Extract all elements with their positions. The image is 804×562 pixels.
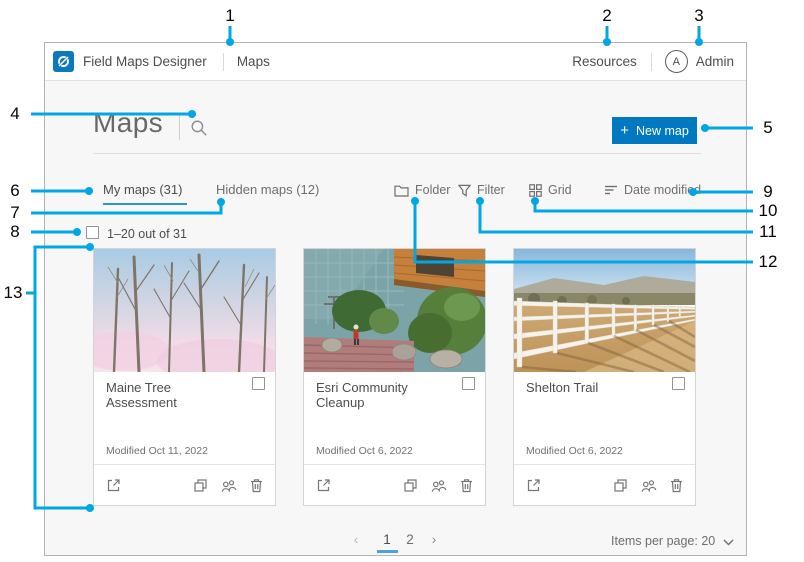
brand: Field Maps Designer Maps [53, 51, 270, 72]
delete-icon[interactable] [458, 477, 475, 494]
callout-number-1: 1 [217, 6, 243, 26]
filter-icon [458, 184, 471, 197]
tab-hidden-maps[interactable]: Hidden maps (12) [216, 182, 319, 197]
card-title[interactable]: Shelton Trail [526, 380, 656, 395]
card-footer [304, 464, 485, 507]
map-card: Shelton Trail Modified Oct 6, 2022 [513, 248, 696, 506]
callout-number-5: 5 [755, 118, 781, 138]
title-rule [93, 153, 701, 154]
folder-label: Folder [415, 183, 450, 197]
card-thumbnail-building[interactable] [304, 249, 485, 372]
card-modified-date: Modified Oct 11, 2022 [106, 445, 208, 457]
card-thumbnail-trees[interactable] [94, 249, 275, 372]
grid-view-button[interactable]: Grid [529, 183, 572, 197]
duplicate-icon[interactable] [192, 477, 209, 494]
card-footer [94, 464, 275, 507]
share-group-icon[interactable] [640, 477, 657, 494]
delete-icon[interactable] [248, 477, 265, 494]
avatar-initial: A [673, 56, 680, 68]
folder-icon [394, 184, 409, 197]
grid-icon [529, 184, 542, 197]
search-icon[interactable] [190, 119, 208, 137]
active-tab-underline [103, 203, 187, 205]
callout-number-13: 13 [0, 283, 26, 303]
card-modified-date: Modified Oct 6, 2022 [316, 445, 413, 457]
callout-number-10: 10 [755, 201, 781, 221]
callout-number-4: 4 [2, 104, 28, 124]
callout-number-12: 12 [755, 252, 781, 272]
header-divider [223, 53, 224, 71]
card-title[interactable]: Maine Tree Assessment [106, 380, 236, 410]
avatar[interactable]: A [665, 50, 688, 73]
nav-item-maps[interactable]: Maps [237, 54, 270, 69]
share-group-icon[interactable] [430, 477, 447, 494]
app-window: Field Maps Designer Maps Resources A Adm… [44, 42, 747, 556]
card-title[interactable]: Esri Community Cleanup [316, 380, 446, 410]
callout-number-2: 2 [594, 6, 620, 26]
title-divider [179, 115, 180, 140]
callout-number-9: 9 [755, 182, 781, 202]
map-card: Esri Community Cleanup Modified Oct 6, 2… [303, 248, 486, 506]
sort-lines-icon [604, 184, 618, 196]
callout-number-7: 7 [2, 203, 28, 223]
card-thumbnail-trail[interactable] [514, 249, 695, 372]
new-map-button[interactable]: + New map [612, 117, 697, 144]
items-per-page-select[interactable]: Items per page: 20 [611, 534, 734, 548]
new-map-label: New map [636, 124, 689, 138]
pagination-next[interactable]: › [425, 532, 443, 547]
esri-logo-icon [53, 51, 74, 72]
select-all-checkbox[interactable] [86, 226, 99, 239]
open-in-new-icon[interactable] [105, 477, 122, 499]
page-title: Maps [93, 107, 163, 139]
header-divider-2 [651, 53, 652, 71]
open-in-new-icon[interactable] [525, 477, 542, 499]
duplicate-icon[interactable] [402, 477, 419, 494]
app-title: Field Maps Designer [83, 54, 207, 69]
tab-my-maps[interactable]: My maps (31) [103, 182, 182, 197]
screenshot: Field Maps Designer Maps Resources A Adm… [0, 0, 804, 562]
grid-label: Grid [548, 183, 572, 197]
card-modified-date: Modified Oct 6, 2022 [526, 445, 623, 457]
filter-button[interactable]: Filter [458, 183, 505, 197]
card-checkbox[interactable] [462, 377, 475, 390]
resources-link[interactable]: Resources [572, 54, 637, 69]
share-group-icon[interactable] [220, 477, 237, 494]
card-checkbox[interactable] [672, 377, 685, 390]
sort-label: Date modified [624, 183, 701, 197]
header-right: Resources A Admin [572, 50, 734, 73]
pagination-page-1[interactable]: 1 [378, 532, 396, 547]
pagination-prev[interactable]: ‹ [347, 532, 365, 547]
filter-label: Filter [477, 183, 505, 197]
callout-number-3: 3 [686, 6, 712, 26]
card-footer [514, 464, 695, 507]
user-menu[interactable]: Admin [696, 54, 734, 69]
duplicate-icon[interactable] [612, 477, 629, 494]
pagination-page-2[interactable]: 2 [401, 532, 419, 547]
sort-button[interactable]: Date modified [604, 183, 701, 197]
pagination-active-underline [377, 550, 398, 553]
plus-icon: + [620, 123, 629, 138]
selection-count-label: 1–20 out of 31 [107, 227, 187, 241]
map-card: Maine Tree Assessment Modified Oct 11, 2… [93, 248, 276, 506]
delete-icon[interactable] [668, 477, 685, 494]
app-header: Field Maps Designer Maps Resources A Adm… [45, 43, 746, 81]
callout-number-8: 8 [2, 222, 28, 242]
items-per-page-label: Items per page: 20 [611, 534, 715, 548]
callout-number-11: 11 [755, 222, 781, 242]
open-in-new-icon[interactable] [315, 477, 332, 499]
card-checkbox[interactable] [252, 377, 265, 390]
folder-button[interactable]: Folder [394, 183, 450, 197]
chevron-down-icon [723, 539, 734, 546]
callout-number-6: 6 [2, 181, 28, 201]
